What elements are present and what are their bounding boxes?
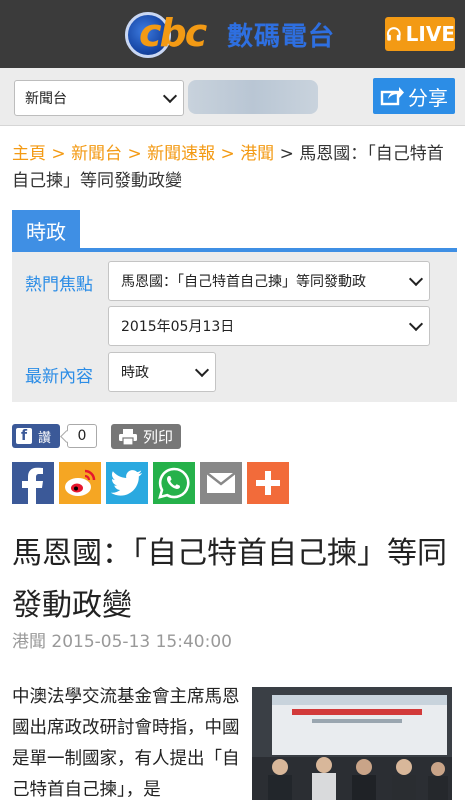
facebook-icon: [22, 467, 43, 504]
print-button[interactable]: 列印: [111, 424, 181, 449]
headphones-icon: [386, 27, 401, 41]
toolbar: 新聞台 分享: [0, 68, 465, 126]
logo-mark: cbc: [125, 9, 225, 59]
station-select-value: 新聞台: [25, 91, 67, 107]
share-email-button[interactable]: [200, 462, 242, 504]
breadcrumb-separator-dark: >: [279, 144, 294, 164]
weibo-icon: [65, 469, 96, 496]
chevron-down-icon: [408, 271, 424, 287]
date-select[interactable]: 2015年05月13日: [108, 306, 430, 346]
whatsapp-icon: [158, 467, 190, 499]
share-more-button[interactable]: [247, 462, 289, 504]
printer-icon: [118, 428, 137, 445]
photo-illustration: [252, 687, 452, 800]
share-button[interactable]: 分享: [373, 78, 455, 114]
breadcrumb-breaking-news[interactable]: 新聞速報: [147, 144, 215, 164]
chevron-down-icon: [408, 316, 424, 332]
facebook-icon: f: [16, 428, 32, 444]
live-label: LIVE: [405, 22, 455, 46]
article-body: 中澳法學交流基金會主席馬恩國出席政改研討會時指，中國是單一制國家，有人提出「自己…: [12, 687, 240, 800]
hot-topics-select-value: 馬恩國：「自己特首自己揀」等同發動政: [121, 274, 366, 290]
filter-panel: 熱門焦點 馬恩國：「自己特首自己揀」等同發動政 2015年05月13日 最新內容…: [12, 252, 457, 402]
tab-politics[interactable]: 時政: [12, 210, 80, 250]
print-label: 列印: [142, 428, 173, 446]
like-label: 讚: [38, 430, 52, 446]
breadcrumb-home[interactable]: 主頁: [12, 144, 46, 164]
like-count: 0: [67, 424, 97, 448]
email-icon: [206, 472, 236, 493]
blurred-ad-placeholder: [188, 80, 318, 114]
breadcrumb-separator: >: [51, 144, 66, 164]
logo-text: cbc: [139, 11, 207, 55]
share-twitter-button[interactable]: [106, 462, 148, 504]
latest-content-label: 最新內容: [25, 367, 93, 387]
site-logo[interactable]: cbc 數碼電台: [125, 9, 335, 59]
latest-content-select-value: 時政: [121, 365, 149, 381]
share-icon: [380, 87, 404, 106]
twitter-icon: [111, 470, 142, 496]
share-weibo-button[interactable]: [59, 462, 101, 504]
chevron-down-icon: [194, 362, 210, 378]
share-facebook-button[interactable]: [12, 462, 54, 504]
latest-content-select[interactable]: 時政: [108, 352, 216, 392]
live-button[interactable]: LIVE: [385, 17, 455, 51]
article-photo[interactable]: [252, 687, 452, 800]
article-datetime: 2015-05-13 15:40:00: [51, 632, 232, 652]
facebook-like-button[interactable]: f 讚: [12, 424, 60, 448]
share-whatsapp-button[interactable]: [153, 462, 195, 504]
plus-icon: [256, 471, 280, 495]
hot-topics-select[interactable]: 馬恩國：「自己特首自己揀」等同發動政: [108, 261, 430, 301]
station-select[interactable]: 新聞台: [14, 80, 184, 116]
top-header: cbc 數碼電台 LIVE: [0, 0, 465, 68]
breadcrumb-separator: >: [220, 144, 235, 164]
breadcrumb: 主頁 > 新聞台 > 新聞速報 > 港聞 > 馬恩國：「自己特首自己揀」等同發動…: [12, 141, 457, 195]
breadcrumb-news-channel[interactable]: 新聞台: [71, 144, 122, 164]
breadcrumb-local-news[interactable]: 港聞: [240, 144, 274, 164]
share-label: 分享: [408, 85, 448, 110]
article-meta: 港聞 2015-05-13 15:40:00: [12, 627, 232, 652]
logo-chinese-name: 數碼電台: [227, 21, 336, 52]
date-select-value: 2015年05月13日: [121, 319, 235, 335]
breadcrumb-separator: >: [127, 144, 142, 164]
article-category: 港聞: [12, 632, 46, 652]
article-title: 馬恩國：「自己特首自己揀」等同發動政變: [12, 536, 447, 623]
share-buttons: [12, 462, 289, 504]
chevron-down-icon: [162, 88, 178, 104]
hot-topics-label: 熱門焦點: [25, 275, 93, 295]
